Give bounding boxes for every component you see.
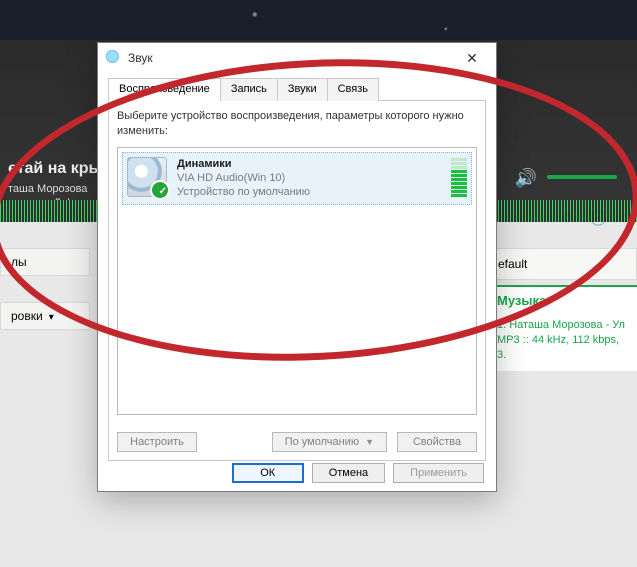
- playlist-item-meta: MP3 :: 44 kHz, 112 kbps, 3.: [497, 333, 627, 363]
- dialog-buttons: ОК Отмена Применить: [232, 463, 484, 483]
- chevron-down-icon: ▾: [49, 312, 54, 323]
- device-speaker-icon: ✓: [127, 157, 167, 197]
- playlist-panel: Музыка 1. Наташа Морозова - Ул MP3 :: 44…: [487, 285, 637, 371]
- speaker-icon: [106, 50, 122, 66]
- dialog-tabs: Воспроизведение Запись Звуки Связь: [108, 77, 486, 101]
- device-item[interactable]: ✓ Динамики VIA HD Audio(Win 10) Устройст…: [122, 152, 472, 205]
- hint-text: Выберите устройство воспроизведения, пар…: [117, 109, 477, 139]
- tab-record[interactable]: Запись: [220, 78, 278, 101]
- volume-slider[interactable]: [547, 175, 617, 179]
- playlist-item-title: 1. Наташа Морозова - Ул: [497, 318, 627, 333]
- sound-dialog: Звук ✕ Воспроизведение Запись Звуки Связ…: [97, 42, 497, 492]
- device-status: Устройство по умолчанию: [177, 185, 310, 199]
- playlist-item[interactable]: 1. Наташа Морозова - Ул MP3 :: 44 kHz, 1…: [487, 314, 637, 371]
- device-level-meter: [451, 157, 467, 197]
- dialog-title: Звук: [128, 51, 153, 65]
- close-button[interactable]: ✕: [452, 44, 492, 72]
- tab-page-playback: Выберите устройство воспроизведения, пар…: [108, 101, 486, 461]
- set-default-button[interactable]: По умолчанию▼: [272, 432, 387, 452]
- apply-button[interactable]: Применить: [393, 463, 484, 483]
- cancel-button[interactable]: Отмена: [312, 463, 385, 483]
- device-list[interactable]: ✓ Динамики VIA HD Audio(Win 10) Устройст…: [117, 147, 477, 415]
- ok-button[interactable]: ОК: [232, 463, 304, 483]
- left-tab-2[interactable]: ровки▾: [0, 302, 90, 330]
- chevron-down-icon: ▼: [365, 437, 374, 447]
- left-tabs: лы ровки▾: [0, 248, 90, 330]
- tab-sounds[interactable]: Звуки: [277, 78, 328, 101]
- configure-button[interactable]: Настроить: [117, 432, 197, 452]
- volume-icon[interactable]: 🔊: [515, 168, 537, 189]
- device-driver: VIA HD Audio(Win 10): [177, 171, 310, 185]
- playlist-header: Музыка: [487, 287, 637, 314]
- preset-default[interactable]: efault: [487, 248, 637, 280]
- dialog-titlebar[interactable]: Звук ✕: [98, 43, 496, 73]
- tab-comm[interactable]: Связь: [327, 78, 379, 101]
- device-name: Динамики: [177, 157, 310, 171]
- tab-playback[interactable]: Воспроизведение: [108, 78, 221, 101]
- left-tab-1[interactable]: лы: [0, 248, 90, 276]
- properties-button[interactable]: Свойства: [397, 432, 477, 452]
